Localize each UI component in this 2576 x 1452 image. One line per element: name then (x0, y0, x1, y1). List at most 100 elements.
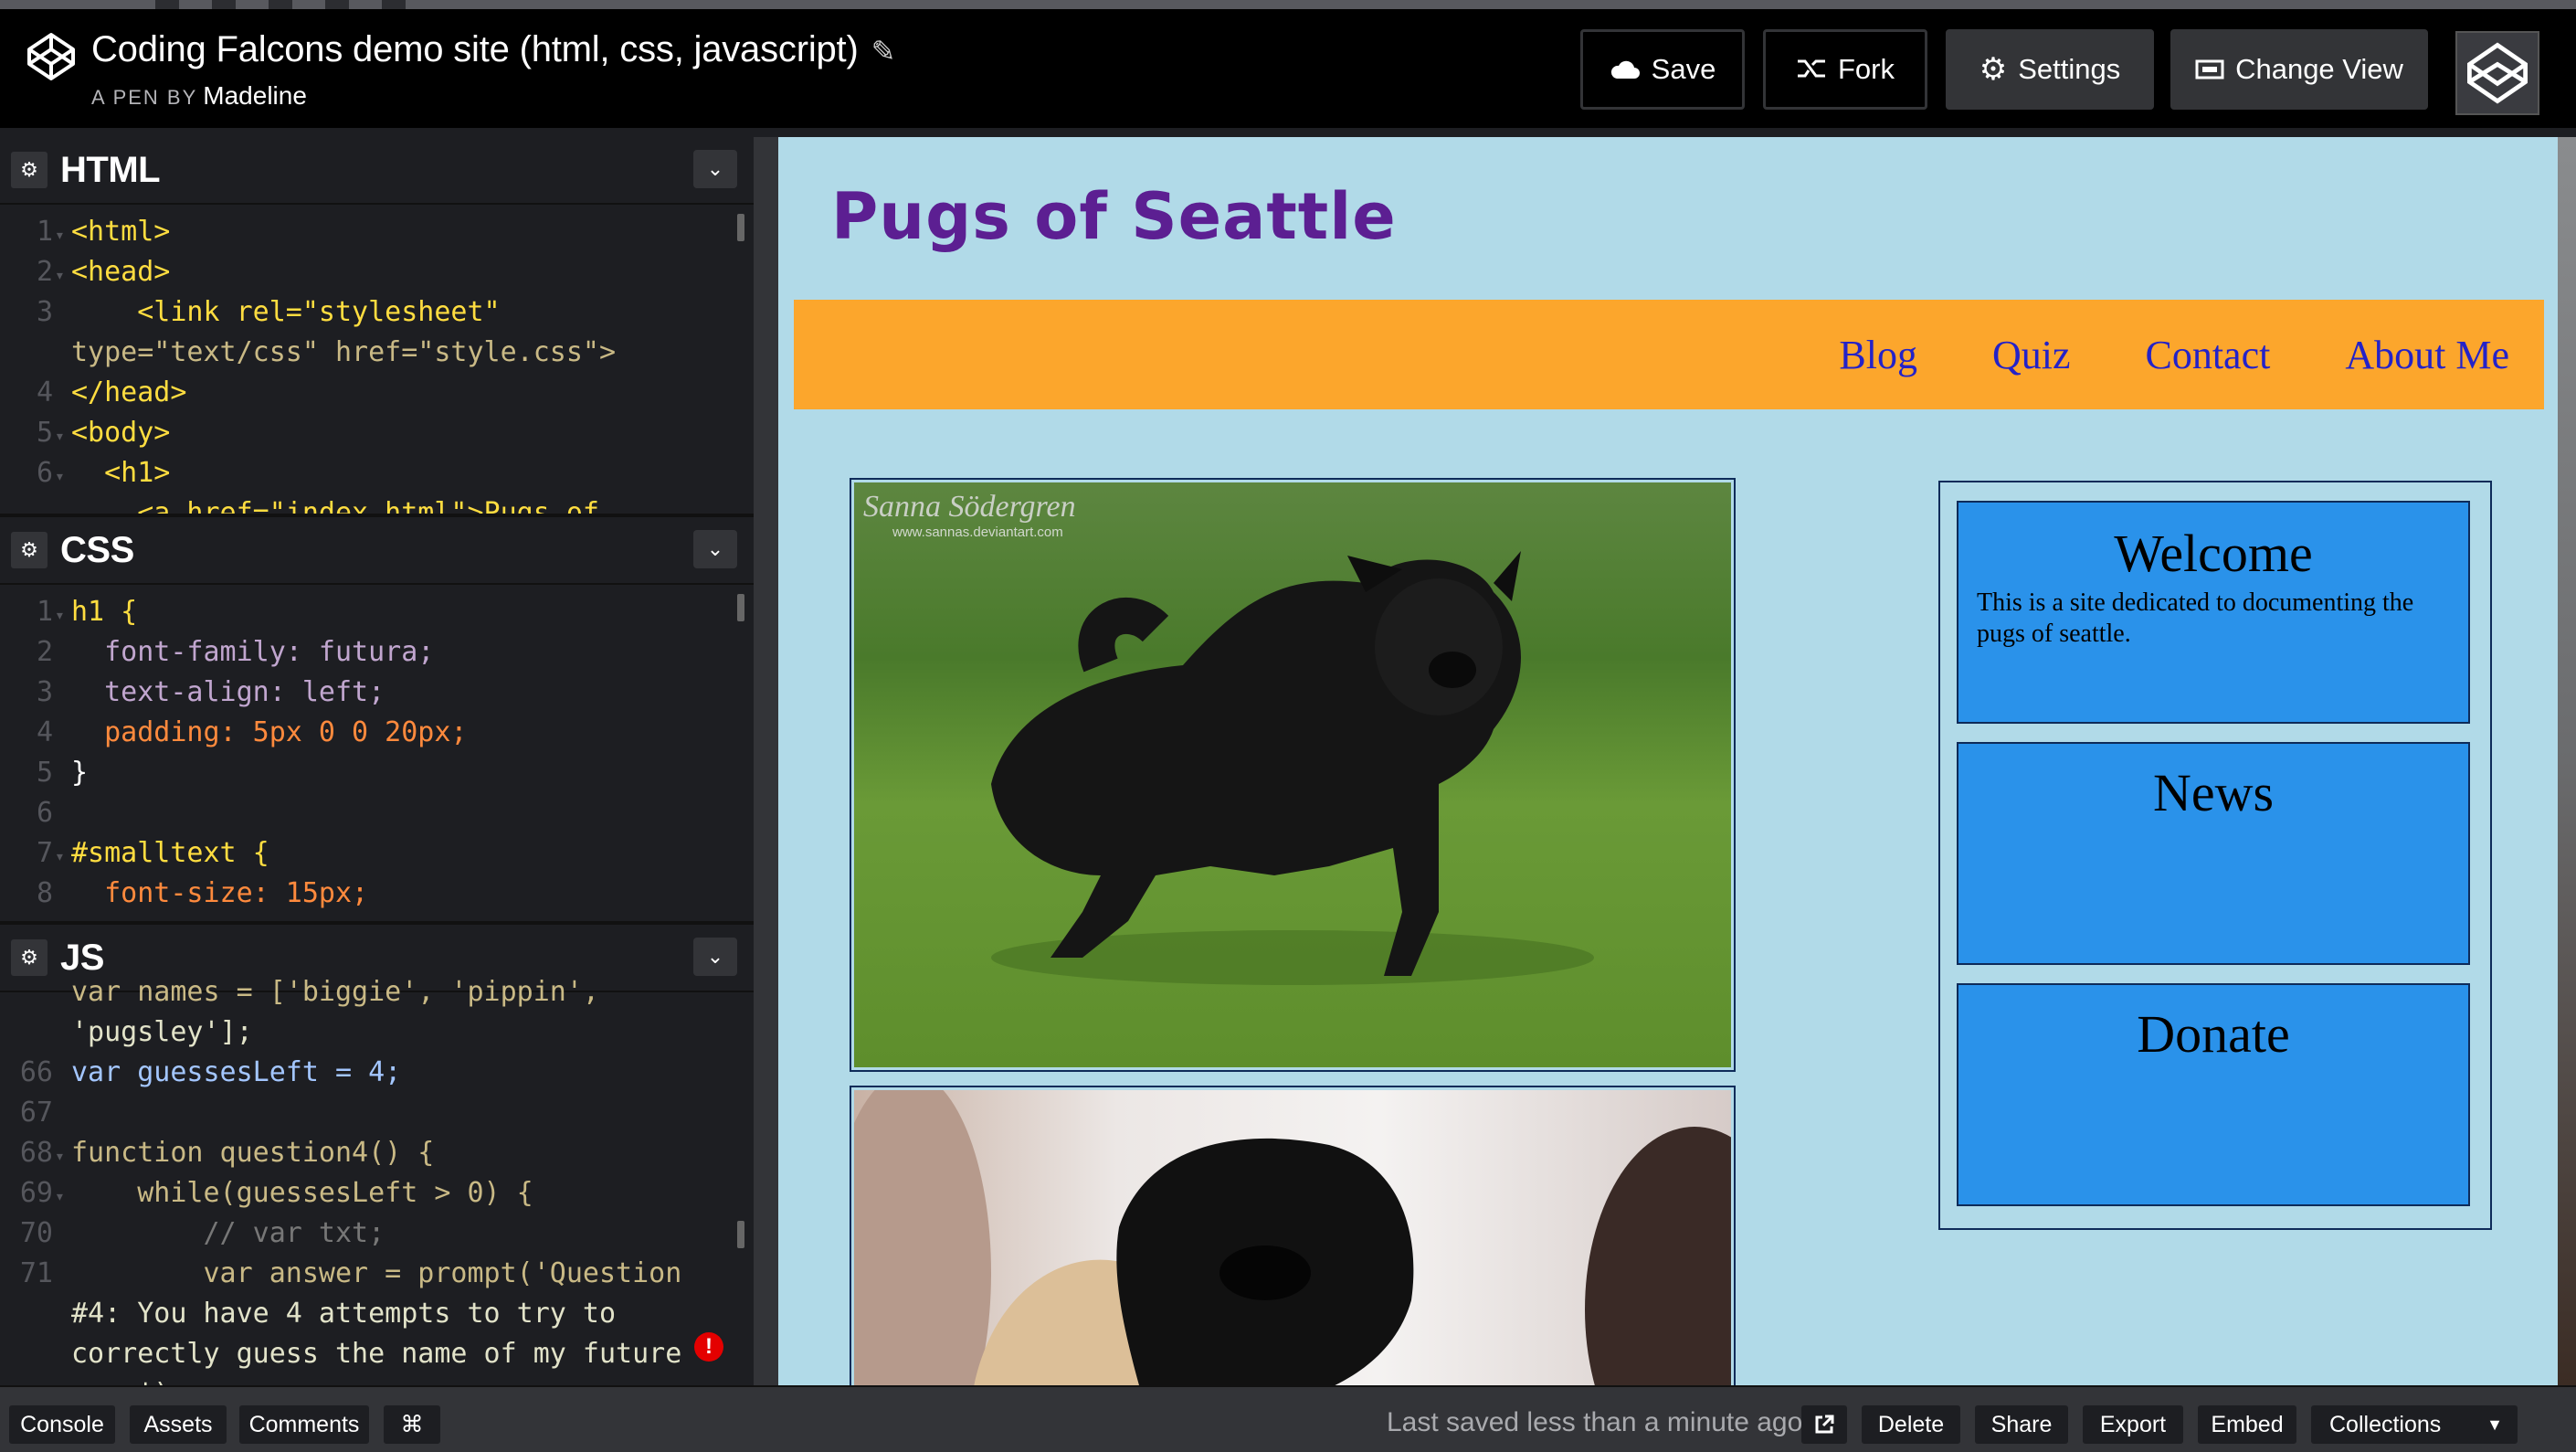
code-line: 5 ▾ <body> (36, 417, 171, 449)
site-title[interactable]: Pugs of Seattle (831, 179, 1397, 254)
site-nav: Blog Quiz Contact About Me (794, 300, 2544, 409)
news-box: News (1957, 742, 2470, 965)
assets-button[interactable]: Assets (130, 1405, 227, 1444)
html-collapse-chevron-icon[interactable]: ⌄ (693, 150, 737, 188)
browser-toolbar-strip (0, 0, 1188, 9)
console-button[interactable]: Console (9, 1405, 115, 1444)
fork-button[interactable]: Fork (1763, 29, 1927, 110)
js-scrollbar[interactable] (737, 1221, 744, 1248)
code-line: correctly guess the name of my future (71, 1338, 682, 1370)
code-line: 5} (36, 757, 89, 789)
code-line: 71 var answer = prompt('Question (19, 1257, 682, 1289)
collections-dropdown[interactable]: Collections ▼ (2311, 1405, 2518, 1444)
css-pane: ⚙ CSS ⌄ 1 ▾ h1 { 2 font-family: futura; 3 … (0, 517, 754, 910)
js-pane: ⚙ JS ⌄ var names = ['biggie', 'pippin', … (0, 925, 754, 1385)
html-settings-gear-icon[interactable]: ⚙ (11, 152, 48, 188)
css-scrollbar[interactable] (737, 594, 744, 621)
avatar-logo-icon (2467, 42, 2528, 104)
css-pane-header: ⚙ CSS ⌄ (0, 517, 754, 585)
code-line: 1 ▾ h1 { (36, 596, 138, 628)
photo-image (854, 1090, 1731, 1385)
last-saved-status: Last saved less than a minute ago (1387, 1407, 1803, 1437)
code-line: 3 text-align: left; (36, 676, 385, 708)
embed-button[interactable]: Embed (2198, 1405, 2296, 1444)
pen-title-block: Coding Falcons demo site (html, css, jav… (91, 29, 895, 111)
gear-icon: ⚙ (1979, 52, 2008, 87)
css-collapse-chevron-icon[interactable]: ⌄ (693, 530, 737, 568)
change-view-button[interactable]: Change View (2170, 29, 2428, 110)
cloud-icon (1610, 60, 1640, 79)
code-line: 66 var guessesLeft = 4; (19, 1056, 402, 1088)
code-line: type="text/css" href="style.css"> (71, 336, 617, 368)
code-line: 4 padding: 5px 0 0 20px; (36, 716, 468, 748)
css-settings-gear-icon[interactable]: ⚙ (11, 532, 48, 568)
background-window-edge (2558, 137, 2576, 1385)
puppies-illustration (854, 1090, 1731, 1385)
html-scrollbar[interactable] (737, 214, 744, 241)
keyboard-shortcuts-button[interactable]: ⌘ (384, 1405, 440, 1444)
css-pane-title: CSS (60, 529, 134, 570)
error-icon[interactable]: ! (694, 1332, 723, 1362)
code-line: 6 ▾ <h1> (36, 457, 171, 489)
photo-image: Sanna Södergren www.sannas.deviantart.com (854, 482, 1731, 1067)
bottom-bar: Console Assets Comments ⌘ Last saved les… (0, 1385, 2576, 1452)
codepen-editor: Coding Falcons demo site (html, css, jav… (0, 0, 2576, 1452)
html-pane-header: ⚙ HTML ⌄ (0, 137, 754, 205)
html-code[interactable]: 1 ▾ <html> 2 ▾ <head> 3 <link rel="styleshee… (0, 205, 754, 514)
code-editor: ⚙ HTML ⌄ 1 ▾ <html> 2 ▾ <head> 3 <link rel="… (0, 137, 754, 1385)
css-code[interactable]: 1 ▾ h1 { 2 font-family: futura; 3 text-ali… (0, 585, 754, 910)
sidebar: Welcome This is a site dedicated to docu… (1938, 481, 2492, 1230)
code-line: <a href="index.html">Pugs of (71, 497, 599, 514)
pug-photo-black-standing: Sanna Södergren www.sannas.deviantart.com (850, 478, 1736, 1072)
author-link[interactable]: Madeline (203, 81, 307, 110)
comments-button[interactable]: Comments (239, 1405, 369, 1444)
code-line: 'pugsley']; (71, 1016, 253, 1048)
result-preview: Pugs of Seattle Blog Quiz Contact About … (778, 137, 2558, 1385)
welcome-heading: Welcome (2114, 524, 2313, 583)
code-line: 1 ▾ <html> (36, 216, 171, 248)
nav-link-contact[interactable]: Contact (2145, 332, 2270, 378)
delete-button[interactable]: Delete (1862, 1405, 1960, 1444)
black-pug-illustration (991, 551, 1594, 985)
code-line: 67 (19, 1097, 53, 1129)
code-line: 68 ▾ function question4() { (19, 1137, 435, 1169)
nav-link-about-me[interactable]: About Me (2345, 332, 2509, 378)
code-line: 69 ▾ while(guessesLeft > 0) { (19, 1177, 533, 1209)
donate-box: Donate (1957, 983, 2470, 1206)
code-line: var names = ['biggie', 'pippin', (71, 976, 599, 1008)
user-avatar[interactable] (2455, 31, 2539, 115)
code-line: 70 // var txt; (19, 1217, 385, 1249)
code-line: pug.'); (0, 1374, 754, 1385)
editor-resize-handle[interactable] (754, 137, 778, 1385)
js-code[interactable]: var names = ['biggie', 'pippin', 'pugsle… (0, 965, 754, 1385)
settings-button[interactable]: ⚙ Settings (1946, 29, 2154, 110)
pen-author-line: A PEN BY Madeline (91, 81, 307, 110)
fork-icon (1798, 59, 1825, 78)
code-line: 2 font-family: futura; (36, 636, 435, 668)
open-external-icon[interactable] (1801, 1405, 1847, 1444)
code-line: 3 <link rel="stylesheet" (36, 296, 501, 328)
codepen-logo-icon[interactable] (24, 29, 79, 84)
donate-heading: Donate (2137, 1004, 2290, 1064)
export-button[interactable]: Export (2083, 1405, 2183, 1444)
welcome-box: Welcome This is a site dedicated to docu… (1957, 501, 2470, 724)
code-line: 7 ▾ #smalltext { (36, 837, 269, 869)
html-pane-title: HTML (60, 149, 161, 190)
pug-photo-puppies (850, 1086, 1736, 1385)
code-line: 4 </head> (36, 376, 187, 408)
nav-link-quiz[interactable]: Quiz (1992, 332, 2071, 378)
external-link-icon (1815, 1415, 1834, 1434)
top-bar: Coding Falcons demo site (html, css, jav… (0, 0, 2576, 128)
html-pane: ⚙ HTML ⌄ 1 ▾ <html> 2 ▾ <head> 3 <link rel="… (0, 137, 754, 514)
code-line: 2 ▾ <head> (36, 256, 171, 288)
save-button[interactable]: Save (1580, 29, 1745, 110)
view-icon (2195, 59, 2224, 79)
code-line: #4: You have 4 attempts to try to (71, 1298, 617, 1330)
nav-link-blog[interactable]: Blog (1839, 332, 1917, 378)
code-line: 6 (36, 797, 53, 829)
edit-pencil-icon[interactable]: ✎ (871, 34, 896, 69)
share-button[interactable]: Share (1975, 1405, 2068, 1444)
pen-title[interactable]: Coding Falcons demo site (html, css, jav… (91, 29, 895, 70)
chevron-down-icon: ▼ (2486, 1415, 2503, 1434)
welcome-text: This is a site dedicated to documenting … (1977, 588, 2414, 648)
